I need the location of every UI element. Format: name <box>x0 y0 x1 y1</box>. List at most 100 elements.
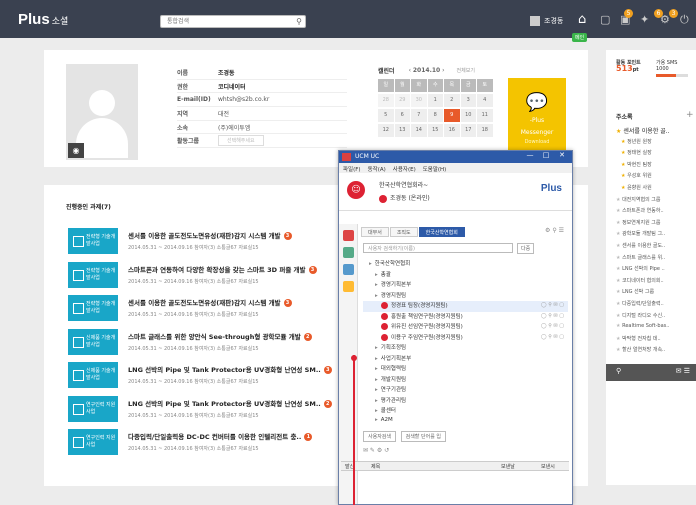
column-header[interactable]: 보낸날 <box>501 463 515 470</box>
tree-node[interactable]: 홍원출 책임연구원(경영지원팀) ◯ ⚲ ✉ ▢ <box>363 312 568 323</box>
calendar-day[interactable]: 16 <box>444 124 460 137</box>
calendar-day[interactable]: 12 <box>378 124 394 137</box>
tree-node[interactable]: ▸ 대외협력팀 <box>363 364 568 375</box>
contacts-icon[interactable] <box>343 230 354 241</box>
calendar-day[interactable]: 10 <box>460 109 476 122</box>
star-icon[interactable]: ★ <box>616 231 620 237</box>
calendar-day[interactable]: 5 <box>378 109 394 122</box>
favorite-item[interactable]: ★ 스마트 글래스를 위.. <box>616 254 694 261</box>
favorite-item[interactable]: ★ 센서를 이용한 골.. <box>616 126 694 135</box>
message-tools[interactable]: ✉ ✎ ⚙ ↺ <box>363 447 389 454</box>
mail-icon[interactable] <box>343 281 354 292</box>
star-icon[interactable]: ★ <box>616 278 620 284</box>
calendar-day[interactable]: 6 <box>394 109 410 122</box>
tree-node[interactable]: ▸ 연구기관팀 <box>363 385 568 396</box>
task-item[interactable]: 연구인력 지원사업 다중입력/단일출력용 DC-DC 컨버터를 이용한 인텔리전트… <box>68 429 358 457</box>
star-icon[interactable]: ★ <box>616 128 621 135</box>
star-icon[interactable]: ★ <box>621 139 625 145</box>
expand-icon[interactable]: ▸ <box>375 417 378 423</box>
star-icon[interactable]: ★ <box>616 255 620 261</box>
power-icon[interactable]: ⏻ <box>680 13 689 27</box>
calendar-day[interactable]: 13 <box>394 124 410 137</box>
star-icon[interactable]: ★ <box>621 150 625 156</box>
calendar-day[interactable]: 11 <box>477 109 493 122</box>
contact-actions-icon[interactable]: ◯ ⚲ ✉ ▢ <box>541 334 564 340</box>
tree-node[interactable]: 위유진 선임연구원(경영지원팀) ◯ ⚲ ✉ ▢ <box>363 322 568 333</box>
calendar-day[interactable]: 2 <box>444 94 460 107</box>
favorite-item[interactable]: ★ 정태현 실장 <box>616 149 694 156</box>
column-header[interactable]: 보낸시 <box>541 463 555 470</box>
task-item[interactable]: 연구인력 지원사업 LNG 선박의 Pipe 및 Tank Protector용 … <box>68 395 358 424</box>
favorite-item[interactable]: ★ 정년원 원장 <box>616 138 694 145</box>
star-icon[interactable]: ★ <box>616 347 620 353</box>
task-title[interactable]: LNG 선박의 Pipe 및 Tank Protector용 UV경화형 난연성… <box>128 364 332 374</box>
keyword-input[interactable]: 검색할 단어를 입 <box>400 431 446 442</box>
calendar-day[interactable]: 9 <box>444 109 460 122</box>
tree-node[interactable]: ▸ 총괄 <box>363 270 568 281</box>
favorite-item[interactable]: ★ 박현진 팀장 <box>616 161 694 168</box>
search-input[interactable] <box>161 16 289 27</box>
star-icon[interactable]: ★ <box>616 289 620 295</box>
contact-actions-icon[interactable]: ◯ ⚲ ✉ ▢ <box>541 302 564 308</box>
tab-tools-icon[interactable]: ⚙ ⚲ ☰ <box>545 227 564 234</box>
favorite-item[interactable]: ★ 우성호 위원 <box>616 172 694 179</box>
calendar-day[interactable]: 29 <box>394 94 410 107</box>
task-title[interactable]: LNG 선박의 Pipe 및 Tank Protector용 UV경화형 난연성… <box>128 398 332 408</box>
tree-node[interactable]: ▸ 개발지원팀 <box>363 375 568 386</box>
tree-node[interactable]: ▸ 사업기획본부 <box>363 354 568 365</box>
share-icon[interactable]: ✦ <box>640 13 649 26</box>
calendar-day[interactable]: 4 <box>477 94 493 107</box>
contact-actions-icon[interactable]: ◯ ⚲ ✉ ▢ <box>541 323 564 329</box>
add-icon[interactable]: + <box>686 110 694 120</box>
calendar-nav[interactable]: ‹ 2014.10 › <box>409 67 445 74</box>
calendar-day[interactable]: 7 <box>411 109 427 122</box>
calendar-day[interactable]: 18 <box>477 124 493 137</box>
expand-icon[interactable]: ▸ <box>375 377 378 383</box>
contact-actions-icon[interactable]: ◯ ⚲ ✉ ▢ <box>541 313 564 319</box>
tree-node[interactable]: ▸ 경영지원팀 <box>363 291 568 302</box>
document-icon[interactable]: ▢ <box>600 13 610 26</box>
calendar-day[interactable]: 30 <box>411 94 427 107</box>
favorite-item[interactable]: ★ 스마트폰과 연동하.. <box>616 207 694 214</box>
task-item[interactable]: 신제품 기술개발사업 스마트 글래스를 위한 양안식 See-through형 광… <box>68 328 358 357</box>
expand-icon[interactable]: ▸ <box>375 356 378 362</box>
favorite-item[interactable]: ★ 다중입력/단일출력.. <box>616 300 694 307</box>
column-header[interactable]: 제목 <box>371 463 380 470</box>
app-logo[interactable]: Plus 소셜 <box>18 11 68 28</box>
star-icon[interactable]: ★ <box>621 185 625 191</box>
favorite-item[interactable]: ★ 센서를 이용한 골도.. <box>616 242 694 249</box>
chat-icon[interactable] <box>343 247 354 258</box>
star-icon[interactable]: ★ <box>621 162 625 168</box>
expand-icon[interactable]: ▸ <box>375 408 378 414</box>
camera-icon[interactable]: ◉ <box>68 143 84 158</box>
expand-icon[interactable]: ▸ <box>375 282 378 288</box>
expand-icon[interactable]: ▸ <box>375 366 378 372</box>
star-icon[interactable]: ★ <box>616 323 620 329</box>
chat-icon[interactable]: ✉ ☰ <box>676 367 690 375</box>
global-search[interactable]: ⚲ <box>160 15 306 28</box>
favorite-item[interactable]: ★ 정보연계지원 그룹 <box>616 219 694 226</box>
expand-icon[interactable]: ▸ <box>375 272 378 278</box>
task-title[interactable]: 스마트폰과 연동하여 다양한 확장성을 갖는 스마트 3D 퍼즐 개발 3 <box>128 264 317 274</box>
expand-icon[interactable]: ▸ <box>375 293 378 299</box>
favorite-item[interactable]: ★ 광학모듈 개발팀 그.. <box>616 230 694 237</box>
calendar-view-all[interactable]: 전체보기 <box>457 67 475 74</box>
tree-node[interactable]: ▸ 기획조정팀 <box>363 343 568 354</box>
star-icon[interactable]: ★ <box>616 197 620 203</box>
calendar-day[interactable]: 15 <box>427 124 443 137</box>
favorite-item[interactable]: ★ 디지털 라디오 수신.. <box>616 312 694 319</box>
task-title[interactable]: 센서를 이용한 골도전도노면유성(재판)감지 시스템 개발 3 <box>128 297 292 307</box>
favorite-item[interactable]: ★ Realtime Soft-bas.. <box>616 323 694 329</box>
avatar[interactable]: ☺ <box>347 181 365 199</box>
calendar-day[interactable]: 3 <box>460 94 476 107</box>
minimize-button[interactable]: — <box>522 151 538 159</box>
my-status[interactable]: 조경동 (온라인) <box>379 193 430 203</box>
star-icon[interactable]: ★ <box>616 243 620 249</box>
star-icon[interactable]: ★ <box>616 313 620 319</box>
favorite-item[interactable]: ★ 윤향원 사원 <box>616 184 694 191</box>
tree-node[interactable]: ▸ 콜센터 <box>363 406 568 417</box>
star-icon[interactable]: ★ <box>616 220 620 226</box>
task-item[interactable]: 전략형 기술개발사업 스마트폰과 연동하여 다양한 확장성을 갖는 스마트 3D … <box>68 261 358 290</box>
search-icon[interactable]: ⚲ <box>616 367 621 375</box>
calendar-day[interactable]: 1 <box>427 94 443 107</box>
